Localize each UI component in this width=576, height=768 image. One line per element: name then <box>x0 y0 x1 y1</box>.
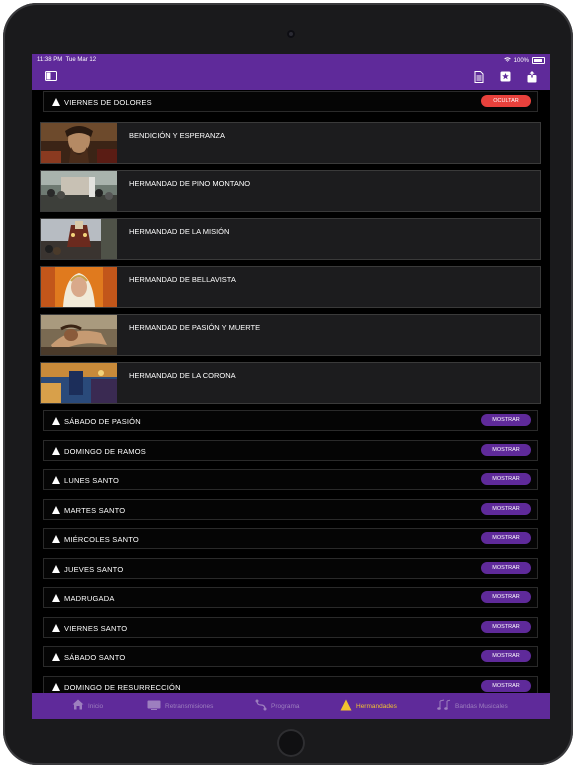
capirote-icon <box>52 506 60 514</box>
section-label: VIERNES SANTO <box>64 624 128 633</box>
brotherhoods-list[interactable]: VIERNES DE DOLORES OCULTAR BENDICIÓN Y E… <box>32 90 550 693</box>
show-button[interactable]: MOSTRAR <box>481 562 531 574</box>
brotherhood-card[interactable]: HERMANDAD DE LA CORONA <box>40 362 541 404</box>
home-icon <box>72 699 84 713</box>
capirote-icon <box>52 98 60 106</box>
brotherhood-thumbnail <box>41 219 117 259</box>
brotherhood-card[interactable]: HERMANDAD DE PINO MONTANO <box>40 170 541 212</box>
capirote-icon <box>52 447 60 455</box>
share-icon[interactable] <box>525 71 539 86</box>
music-notes-icon <box>437 699 451 714</box>
tab-label: Programa <box>271 702 300 710</box>
section-header[interactable]: SÁBADO SANTO MOSTRAR <box>43 646 538 667</box>
section-header-viernes-de-dolores[interactable]: VIERNES DE DOLORES OCULTAR <box>43 91 538 112</box>
status-right: 100% <box>503 57 545 64</box>
show-button[interactable]: MOSTRAR <box>481 591 531 603</box>
section-label: SÁBADO SANTO <box>64 653 126 662</box>
tab-label: Inicio <box>88 702 104 710</box>
brotherhood-card[interactable]: HERMANDAD DE BELLAVISTA <box>40 266 541 308</box>
show-button[interactable]: MOSTRAR <box>481 680 531 692</box>
tab-bar: Inicio Retransmisiones Programa Hermanda… <box>32 693 550 719</box>
battery-percent: 100% <box>513 57 529 64</box>
show-button[interactable]: MOSTRAR <box>481 503 531 515</box>
tab-programa[interactable]: Programa <box>255 693 300 719</box>
status-date: Tue Mar 12 <box>65 57 97 63</box>
brotherhood-name: BENDICIÓN Y ESPERANZA <box>129 131 225 140</box>
tab-retransmisiones[interactable]: Retransmisiones <box>147 693 213 719</box>
show-button[interactable]: MOSTRAR <box>481 473 531 485</box>
section-label: DOMINGO DE RESURRECCIÓN <box>64 683 181 692</box>
capirote-icon <box>52 624 60 632</box>
section-label: LUNES SANTO <box>64 476 119 485</box>
section-header[interactable]: MADRUGADA MOSTRAR <box>43 587 538 608</box>
brotherhood-card[interactable]: HERMANDAD DE PASIÓN Y MUERTE <box>40 314 541 356</box>
tab-hermandades[interactable]: Hermandades <box>340 693 397 719</box>
home-button[interactable] <box>277 729 305 757</box>
brotherhood-name: HERMANDAD DE PASIÓN Y MUERTE <box>129 323 261 332</box>
show-button[interactable]: MOSTRAR <box>481 414 531 426</box>
app-screen: 11:38 PM Tue Mar 12 100% VIERNES DE DOLO… <box>32 54 550 719</box>
capirote-icon <box>52 653 60 661</box>
show-button[interactable]: MOSTRAR <box>481 650 531 662</box>
section-header[interactable]: MIÉRCOLES SANTO MOSTRAR <box>43 528 538 549</box>
section-label: JUEVES SANTO <box>64 565 124 574</box>
status-time-date: 11:38 PM Tue Mar 12 <box>37 57 96 63</box>
status-bar: 11:38 PM Tue Mar 12 100% <box>32 54 550 66</box>
capirote-icon <box>52 535 60 543</box>
section-header[interactable]: LUNES SANTO MOSTRAR <box>43 469 538 490</box>
capirote-icon <box>52 417 60 425</box>
camera-icon <box>287 30 295 38</box>
brotherhood-card[interactable]: BENDICIÓN Y ESPERANZA <box>40 122 541 164</box>
brotherhood-thumbnail <box>41 315 117 355</box>
section-label: DOMINGO DE RAMOS <box>64 447 146 456</box>
section-header[interactable]: DOMINGO DE RAMOS MOSTRAR <box>43 440 538 461</box>
section-label: SÁBADO DE PASIÓN <box>64 417 141 426</box>
tab-label: Retransmisiones <box>165 702 214 710</box>
brotherhood-thumbnail <box>41 123 117 163</box>
section-label: VIERNES DE DOLORES <box>64 98 152 107</box>
capirote-icon <box>52 476 60 484</box>
ipad-device-frame: 11:38 PM Tue Mar 12 100% VIERNES DE DOLO… <box>3 3 573 765</box>
navigation-bar <box>32 66 550 90</box>
tab-label: Hermandades <box>356 702 397 710</box>
section-header[interactable]: DOMINGO DE RESURRECCIÓN MOSTRAR <box>43 676 538 693</box>
section-header[interactable]: SÁBADO DE PASIÓN MOSTRAR <box>43 410 538 431</box>
section-label: MARTES SANTO <box>64 506 126 515</box>
route-icon <box>255 699 267 714</box>
capirote-icon <box>340 699 352 714</box>
section-header[interactable]: VIERNES SANTO MOSTRAR <box>43 617 538 638</box>
capirote-icon <box>52 594 60 602</box>
capirote-icon <box>52 565 60 573</box>
battery-icon <box>532 57 545 64</box>
brotherhood-thumbnail <box>41 267 117 307</box>
sidebar-toggle-icon[interactable] <box>44 71 58 84</box>
wifi-icon <box>503 57 511 64</box>
show-button[interactable]: MOSTRAR <box>481 444 531 456</box>
capirote-icon <box>52 683 60 691</box>
show-button[interactable]: MOSTRAR <box>481 621 531 633</box>
brotherhood-card[interactable]: HERMANDAD DE LA MISIÓN <box>40 218 541 260</box>
star-icon[interactable] <box>498 71 512 85</box>
brotherhood-name: HERMANDAD DE BELLAVISTA <box>129 275 236 284</box>
section-header[interactable]: MARTES SANTO MOSTRAR <box>43 499 538 520</box>
tab-label: Bandas Musicales <box>455 702 508 710</box>
section-header[interactable]: JUEVES SANTO MOSTRAR <box>43 558 538 579</box>
brotherhood-name: HERMANDAD DE LA CORONA <box>129 371 236 380</box>
tv-icon <box>147 700 161 713</box>
section-label: MIÉRCOLES SANTO <box>64 535 139 544</box>
tab-bandas-musicales[interactable]: Bandas Musicales <box>437 693 508 719</box>
brotherhood-thumbnail <box>41 171 117 211</box>
show-button[interactable]: MOSTRAR <box>481 532 531 544</box>
brotherhood-thumbnail <box>41 363 117 403</box>
tab-inicio[interactable]: Inicio <box>72 693 103 719</box>
document-icon[interactable] <box>472 71 486 86</box>
section-label: MADRUGADA <box>64 594 115 603</box>
brotherhood-name: HERMANDAD DE LA MISIÓN <box>129 227 230 236</box>
brotherhood-name: HERMANDAD DE PINO MONTANO <box>129 179 251 188</box>
hide-button[interactable]: OCULTAR <box>481 95 531 107</box>
status-time: 11:38 PM <box>37 57 63 63</box>
